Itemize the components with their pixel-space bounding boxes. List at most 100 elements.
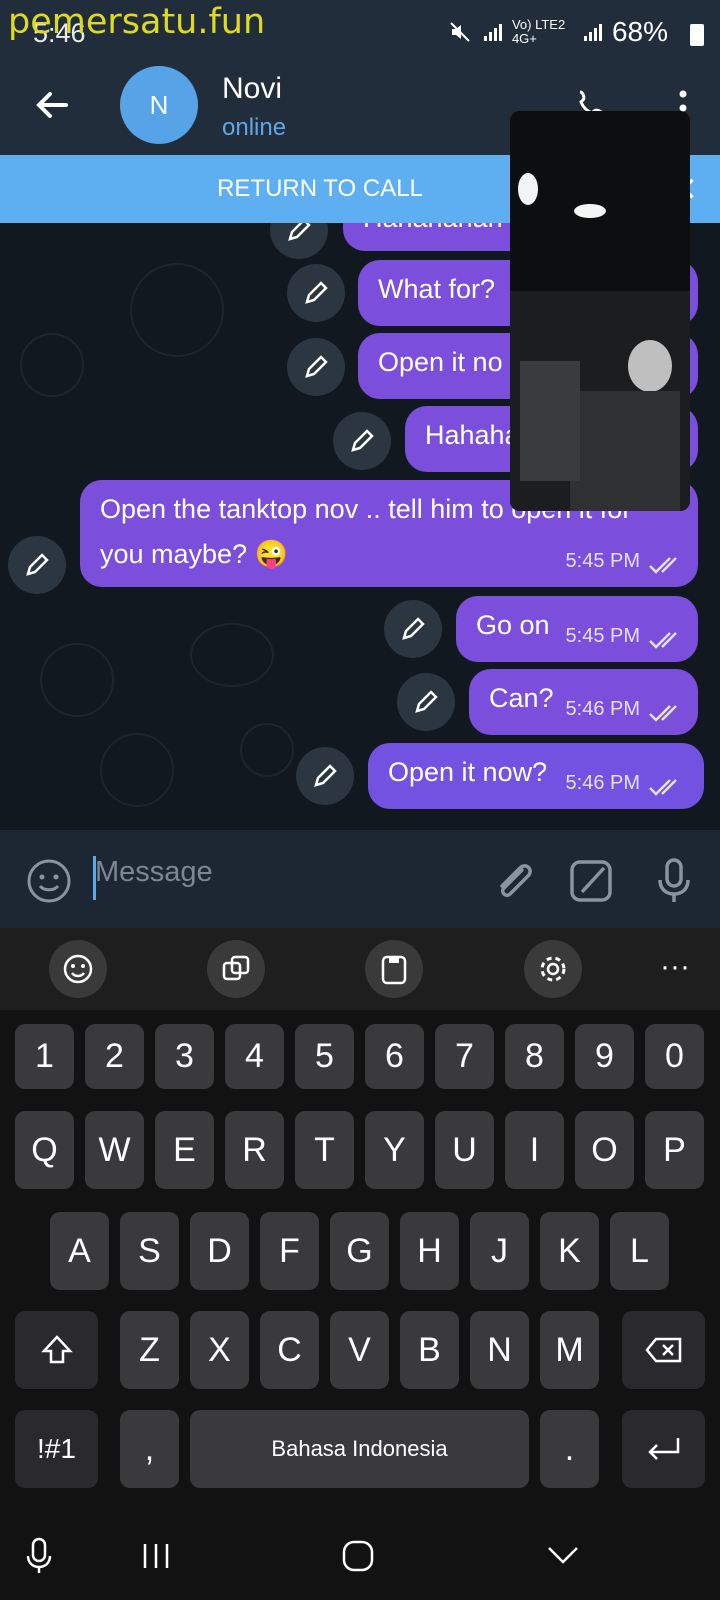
key-1[interactable]: 1 — [15, 1024, 74, 1089]
period-key[interactable]: . — [540, 1410, 599, 1488]
avatar-letter: N — [149, 89, 169, 120]
key-5[interactable]: 5 — [295, 1024, 354, 1089]
edit-button[interactable] — [397, 673, 455, 731]
key-i[interactable]: I — [505, 1111, 564, 1189]
edit-button[interactable] — [8, 536, 66, 594]
edit-button[interactable] — [384, 600, 442, 658]
watermark: pemersatu.fun — [8, 2, 266, 42]
message-time: 5:45 PM — [565, 625, 640, 647]
pencil-icon — [351, 429, 374, 452]
signal-icon-2 — [583, 24, 602, 41]
battery-icon — [690, 24, 704, 46]
key-w[interactable]: W — [85, 1111, 144, 1189]
pencil-icon — [402, 617, 425, 640]
keyboard-settings-button[interactable] — [524, 940, 582, 998]
key-u[interactable]: U — [435, 1111, 494, 1189]
key-j[interactable]: J — [470, 1212, 529, 1290]
backspace-key[interactable] — [622, 1311, 705, 1389]
message-text: Can? — [489, 683, 554, 713]
key-0[interactable]: 0 — [645, 1024, 704, 1089]
background-doodle — [130, 263, 224, 357]
message-input[interactable]: Message — [95, 856, 213, 889]
key-r[interactable]: R — [225, 1111, 284, 1189]
message-text: What for? — [378, 274, 496, 304]
edit-button[interactable] — [287, 264, 345, 322]
keyboard-translate-button[interactable] — [207, 940, 265, 998]
key-p[interactable]: P — [645, 1111, 704, 1189]
more-horizontal-icon[interactable]: ··· — [660, 950, 690, 984]
key-k[interactable]: K — [540, 1212, 599, 1290]
key-a[interactable]: A — [50, 1212, 109, 1290]
pencil-icon — [314, 764, 337, 787]
key-n[interactable]: N — [470, 1311, 529, 1389]
key-f[interactable]: F — [260, 1212, 319, 1290]
background-doodle — [240, 723, 294, 777]
home-icon[interactable] — [340, 1538, 376, 1574]
space-key[interactable]: Bahasa Indonesia — [190, 1410, 529, 1488]
shift-icon — [40, 1335, 73, 1364]
key-s[interactable]: S — [120, 1212, 179, 1290]
background-doodle — [40, 643, 114, 717]
message-bubble[interactable]: Can? 5:46 PM — [469, 669, 698, 735]
message-text: Hahahahah — [363, 223, 503, 234]
key-x[interactable]: X — [190, 1311, 249, 1389]
key-d[interactable]: D — [190, 1212, 249, 1290]
edit-button[interactable] — [287, 338, 345, 396]
message-bubble[interactable]: Go on 5:45 PM — [456, 596, 698, 662]
pencil-icon — [415, 690, 438, 713]
emoji-icon[interactable] — [26, 858, 72, 904]
message-text: Open it now? — [388, 757, 548, 787]
return-to-call-label: RETURN TO CALL — [217, 175, 423, 202]
attach-icon[interactable] — [490, 856, 536, 906]
key-b[interactable]: B — [400, 1311, 459, 1389]
message-time: 5:45 PM — [565, 550, 640, 572]
back-arrow-icon[interactable] — [32, 85, 72, 125]
avatar[interactable]: N — [120, 66, 198, 144]
key-l[interactable]: L — [610, 1212, 669, 1290]
chevron-down-icon[interactable] — [545, 1540, 581, 1570]
key-q[interactable]: Q — [15, 1111, 74, 1189]
key-o[interactable]: O — [575, 1111, 634, 1189]
key-g[interactable]: G — [330, 1212, 389, 1290]
edit-button[interactable] — [270, 223, 328, 259]
mute-icon — [450, 22, 470, 42]
symbols-key[interactable]: !#1 — [15, 1410, 98, 1488]
voice-input-icon[interactable] — [24, 1536, 54, 1576]
double-check-icon — [649, 705, 677, 722]
contact-name[interactable]: Novi — [222, 72, 282, 106]
double-check-icon — [649, 779, 677, 796]
keyboard-clipboard-button[interactable] — [365, 940, 423, 998]
recent-apps-icon[interactable] — [140, 1540, 172, 1572]
edit-button[interactable] — [333, 412, 391, 470]
key-3[interactable]: 3 — [155, 1024, 214, 1089]
key-4[interactable]: 4 — [225, 1024, 284, 1089]
key-c[interactable]: C — [260, 1311, 319, 1389]
signal-icon — [483, 24, 502, 41]
keyboard-emoji-button[interactable] — [49, 940, 107, 998]
enter-key[interactable] — [622, 1410, 705, 1488]
double-check-icon — [649, 557, 677, 574]
key-v[interactable]: V — [330, 1311, 389, 1389]
translate-icon — [222, 955, 250, 981]
video-call-pip[interactable] — [510, 111, 690, 511]
sticker-icon[interactable] — [568, 856, 616, 906]
key-7[interactable]: 7 — [435, 1024, 494, 1089]
key-6[interactable]: 6 — [365, 1024, 424, 1089]
key-m[interactable]: M — [540, 1311, 599, 1389]
video-frame — [510, 111, 690, 511]
key-t[interactable]: T — [295, 1111, 354, 1189]
microphone-icon[interactable] — [654, 856, 694, 906]
comma-key[interactable]: , — [120, 1410, 179, 1488]
key-2[interactable]: 2 — [85, 1024, 144, 1089]
key-h[interactable]: H — [400, 1212, 459, 1290]
message-bubble[interactable]: Open it now? 5:46 PM — [368, 743, 704, 809]
backspace-icon — [644, 1337, 681, 1363]
key-z[interactable]: Z — [120, 1311, 179, 1389]
key-y[interactable]: Y — [365, 1111, 424, 1189]
key-9[interactable]: 9 — [575, 1024, 634, 1089]
key-8[interactable]: 8 — [505, 1024, 564, 1089]
shift-key[interactable] — [15, 1311, 98, 1389]
edit-button[interactable] — [296, 747, 354, 805]
key-e[interactable]: E — [155, 1111, 214, 1189]
clipboard-icon — [381, 955, 407, 985]
